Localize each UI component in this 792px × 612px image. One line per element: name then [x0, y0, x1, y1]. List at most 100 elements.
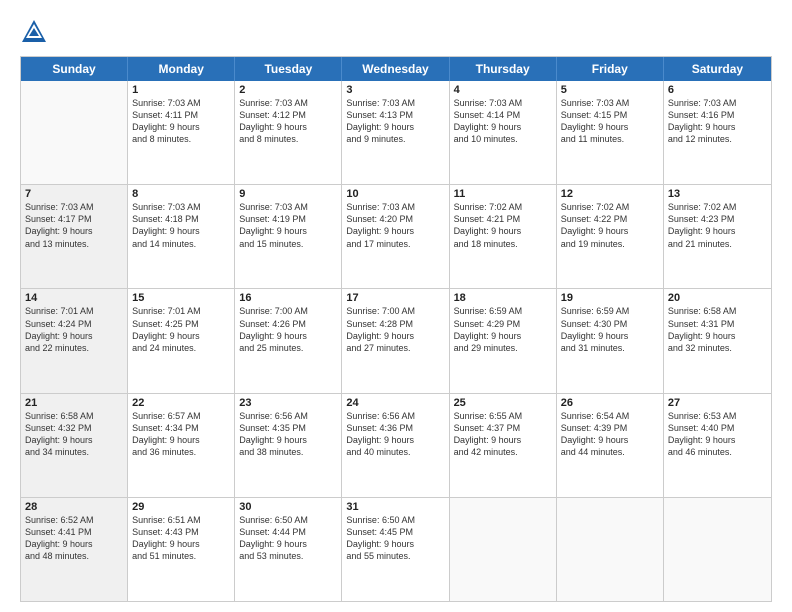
cell-line: Sunrise: 6:57 AM	[132, 410, 230, 422]
day-number: 6	[668, 84, 767, 96]
calendar-cell: 16Sunrise: 7:00 AMSunset: 4:26 PMDayligh…	[235, 289, 342, 392]
cell-line: and 36 minutes.	[132, 446, 230, 458]
cell-line: Daylight: 9 hours	[132, 121, 230, 133]
cell-line: Daylight: 9 hours	[346, 121, 444, 133]
day-number: 3	[346, 84, 444, 96]
cell-line: Sunset: 4:25 PM	[132, 318, 230, 330]
cell-line: and 24 minutes.	[132, 342, 230, 354]
calendar-cell: 7Sunrise: 7:03 AMSunset: 4:17 PMDaylight…	[21, 185, 128, 288]
cell-line: Daylight: 9 hours	[132, 330, 230, 342]
calendar-cell: 26Sunrise: 6:54 AMSunset: 4:39 PMDayligh…	[557, 394, 664, 497]
calendar-cell: 22Sunrise: 6:57 AMSunset: 4:34 PMDayligh…	[128, 394, 235, 497]
cell-line: Sunrise: 6:54 AM	[561, 410, 659, 422]
cell-line: and 8 minutes.	[239, 133, 337, 145]
day-number: 16	[239, 292, 337, 304]
cell-line: Sunset: 4:36 PM	[346, 422, 444, 434]
calendar-body: 1Sunrise: 7:03 AMSunset: 4:11 PMDaylight…	[21, 81, 771, 601]
calendar-cell: 11Sunrise: 7:02 AMSunset: 4:21 PMDayligh…	[450, 185, 557, 288]
cell-line: Daylight: 9 hours	[346, 538, 444, 550]
day-number: 4	[454, 84, 552, 96]
calendar-cell: 31Sunrise: 6:50 AMSunset: 4:45 PMDayligh…	[342, 498, 449, 601]
calendar-cell: 12Sunrise: 7:02 AMSunset: 4:22 PMDayligh…	[557, 185, 664, 288]
calendar-cell: 29Sunrise: 6:51 AMSunset: 4:43 PMDayligh…	[128, 498, 235, 601]
day-number: 30	[239, 501, 337, 513]
day-number: 1	[132, 84, 230, 96]
day-number: 2	[239, 84, 337, 96]
calendar-cell: 15Sunrise: 7:01 AMSunset: 4:25 PMDayligh…	[128, 289, 235, 392]
day-number: 7	[25, 188, 123, 200]
day-number: 5	[561, 84, 659, 96]
calendar-cell: 5Sunrise: 7:03 AMSunset: 4:15 PMDaylight…	[557, 81, 664, 184]
calendar-cell: 24Sunrise: 6:56 AMSunset: 4:36 PMDayligh…	[342, 394, 449, 497]
cell-line: and 27 minutes.	[346, 342, 444, 354]
cell-line: Daylight: 9 hours	[25, 330, 123, 342]
day-number: 19	[561, 292, 659, 304]
day-number: 10	[346, 188, 444, 200]
cell-line: Daylight: 9 hours	[25, 434, 123, 446]
cell-line: and 29 minutes.	[454, 342, 552, 354]
cell-line: and 46 minutes.	[668, 446, 767, 458]
cell-line: Sunset: 4:32 PM	[25, 422, 123, 434]
cell-line: Sunrise: 7:02 AM	[561, 201, 659, 213]
header-day-wednesday: Wednesday	[342, 57, 449, 81]
cell-line: Sunrise: 7:03 AM	[239, 201, 337, 213]
cell-line: Sunset: 4:20 PM	[346, 213, 444, 225]
cell-line: Sunset: 4:16 PM	[668, 109, 767, 121]
cell-line: and 55 minutes.	[346, 550, 444, 562]
cell-line: Sunrise: 7:02 AM	[668, 201, 767, 213]
calendar-cell: 4Sunrise: 7:03 AMSunset: 4:14 PMDaylight…	[450, 81, 557, 184]
cell-line: Sunrise: 6:51 AM	[132, 514, 230, 526]
cell-line: Daylight: 9 hours	[132, 434, 230, 446]
cell-line: Daylight: 9 hours	[561, 225, 659, 237]
cell-line: Daylight: 9 hours	[668, 330, 767, 342]
calendar-cell: 9Sunrise: 7:03 AMSunset: 4:19 PMDaylight…	[235, 185, 342, 288]
cell-line: Sunset: 4:43 PM	[132, 526, 230, 538]
calendar-cell	[450, 498, 557, 601]
cell-line: Sunset: 4:26 PM	[239, 318, 337, 330]
header-day-saturday: Saturday	[664, 57, 771, 81]
calendar-cell: 8Sunrise: 7:03 AMSunset: 4:18 PMDaylight…	[128, 185, 235, 288]
calendar-cell: 2Sunrise: 7:03 AMSunset: 4:12 PMDaylight…	[235, 81, 342, 184]
cell-line: and 15 minutes.	[239, 238, 337, 250]
cell-line: Sunrise: 6:53 AM	[668, 410, 767, 422]
calendar-cell: 1Sunrise: 7:03 AMSunset: 4:11 PMDaylight…	[128, 81, 235, 184]
calendar-cell: 21Sunrise: 6:58 AMSunset: 4:32 PMDayligh…	[21, 394, 128, 497]
calendar-cell: 19Sunrise: 6:59 AMSunset: 4:30 PMDayligh…	[557, 289, 664, 392]
cell-line: and 8 minutes.	[132, 133, 230, 145]
cell-line: and 34 minutes.	[25, 446, 123, 458]
cell-line: and 14 minutes.	[132, 238, 230, 250]
cell-line: and 22 minutes.	[25, 342, 123, 354]
calendar-cell	[557, 498, 664, 601]
cell-line: Daylight: 9 hours	[668, 225, 767, 237]
cell-line: and 11 minutes.	[561, 133, 659, 145]
cell-line: Sunset: 4:45 PM	[346, 526, 444, 538]
cell-line: Sunrise: 6:50 AM	[239, 514, 337, 526]
calendar-row-3: 21Sunrise: 6:58 AMSunset: 4:32 PMDayligh…	[21, 393, 771, 497]
cell-line: Sunrise: 7:03 AM	[25, 201, 123, 213]
cell-line: Sunrise: 6:59 AM	[561, 305, 659, 317]
cell-line: Daylight: 9 hours	[25, 225, 123, 237]
cell-line: Daylight: 9 hours	[132, 538, 230, 550]
cell-line: and 18 minutes.	[454, 238, 552, 250]
cell-line: Sunrise: 7:03 AM	[239, 97, 337, 109]
cell-line: and 10 minutes.	[454, 133, 552, 145]
cell-line: Sunset: 4:44 PM	[239, 526, 337, 538]
cell-line: Daylight: 9 hours	[454, 225, 552, 237]
cell-line: Sunset: 4:39 PM	[561, 422, 659, 434]
cell-line: and 42 minutes.	[454, 446, 552, 458]
cell-line: Sunrise: 6:58 AM	[668, 305, 767, 317]
day-number: 13	[668, 188, 767, 200]
calendar-cell: 6Sunrise: 7:03 AMSunset: 4:16 PMDaylight…	[664, 81, 771, 184]
cell-line: Sunset: 4:37 PM	[454, 422, 552, 434]
header-day-thursday: Thursday	[450, 57, 557, 81]
calendar-row-4: 28Sunrise: 6:52 AMSunset: 4:41 PMDayligh…	[21, 497, 771, 601]
cell-line: and 48 minutes.	[25, 550, 123, 562]
page: SundayMondayTuesdayWednesdayThursdayFrid…	[0, 0, 792, 612]
day-number: 29	[132, 501, 230, 513]
cell-line: Sunrise: 7:03 AM	[668, 97, 767, 109]
cell-line: Daylight: 9 hours	[454, 121, 552, 133]
cell-line: Sunset: 4:11 PM	[132, 109, 230, 121]
cell-line: Sunset: 4:23 PM	[668, 213, 767, 225]
cell-line: Sunset: 4:22 PM	[561, 213, 659, 225]
calendar-cell: 30Sunrise: 6:50 AMSunset: 4:44 PMDayligh…	[235, 498, 342, 601]
